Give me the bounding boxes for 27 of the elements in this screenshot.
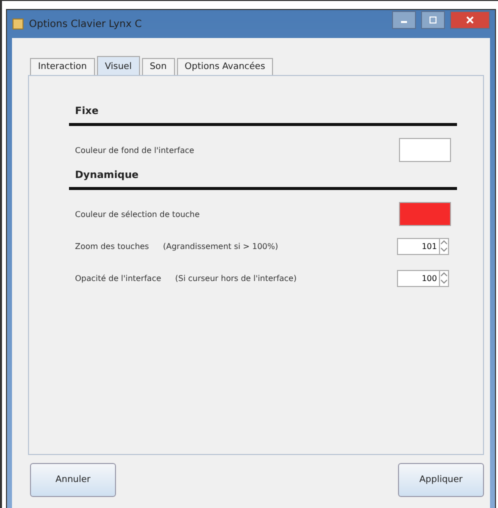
window-title: Options Clavier Lynx C: [29, 18, 142, 30]
close-icon: [465, 16, 475, 24]
maximize-button[interactable]: [421, 11, 445, 29]
section-heading: Dynamique: [74, 170, 140, 183]
tab[interactable]: Options Avancées: [176, 58, 274, 75]
minimize-button[interactable]: [392, 11, 416, 29]
option-hint: (Agrandissement si > 100%): [162, 242, 278, 250]
section-heading: Fixe: [74, 106, 100, 119]
tab[interactable]: Visuel: [96, 56, 140, 75]
spinner-arrows-icon: [440, 239, 448, 253]
tab[interactable]: Interaction: [30, 58, 95, 75]
dialog-button[interactable]: Appliquer: [398, 463, 484, 497]
color-swatch[interactable]: [399, 202, 451, 226]
number-spinner[interactable]: 101: [397, 238, 449, 254]
tab[interactable]: Son: [142, 58, 175, 75]
option-label: Zoom des touches: [75, 242, 149, 250]
option-hint: (Si curseur hors de l'interface): [175, 274, 297, 282]
close-button[interactable]: [450, 11, 490, 29]
option-label: Opacité de l'interface: [75, 274, 162, 282]
option-label: Couleur de sélection de touche: [75, 210, 200, 218]
color-swatch[interactable]: [399, 138, 451, 162]
number-spinner[interactable]: 100: [397, 270, 449, 286]
option-label: Couleur de fond de l'interface: [75, 146, 194, 154]
app-icon: [12, 18, 24, 30]
maximize-icon: [428, 16, 438, 24]
spinner-arrows-icon: [440, 271, 448, 285]
dialog-button[interactable]: Annuler: [30, 463, 116, 497]
